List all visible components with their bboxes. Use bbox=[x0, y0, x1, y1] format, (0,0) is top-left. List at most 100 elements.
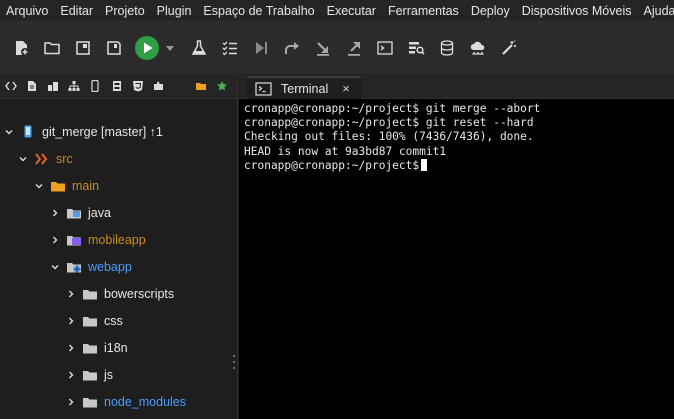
menu-plugin[interactable]: Plugin bbox=[151, 0, 198, 22]
terminal-line: cronapp@cronapp:~/project$ git reset --h… bbox=[244, 116, 534, 130]
menu-editar[interactable]: Editar bbox=[54, 0, 99, 22]
chevron-down-icon[interactable] bbox=[50, 262, 60, 272]
database-search-icon[interactable] bbox=[405, 37, 427, 59]
save-icon[interactable] bbox=[103, 37, 125, 59]
chevron-down-icon[interactable] bbox=[34, 181, 44, 191]
cloud-icon[interactable] bbox=[467, 37, 489, 59]
menu-bar: Arquivo Editar Projeto Plugin Espaço de … bbox=[0, 0, 674, 22]
chevron-right-icon[interactable] bbox=[50, 235, 60, 245]
chevron-down-icon[interactable] bbox=[4, 127, 14, 137]
dropdown-icon[interactable] bbox=[164, 37, 176, 59]
chevron-right-icon[interactable] bbox=[66, 343, 76, 353]
sitemap-icon[interactable] bbox=[68, 79, 81, 93]
terminal-icon bbox=[255, 81, 272, 96]
database-icon[interactable] bbox=[436, 37, 458, 59]
folder-orange-icon bbox=[50, 179, 66, 193]
chevron-right-icon[interactable] bbox=[66, 289, 76, 299]
tree-item-label: git_merge [master] ↑1 bbox=[42, 125, 163, 139]
new-file-icon[interactable] bbox=[10, 37, 32, 59]
folder-icon bbox=[82, 287, 98, 301]
open-folder-icon[interactable] bbox=[41, 37, 63, 59]
menu-dispositivos-moveis[interactable]: Dispositivos Móveis bbox=[516, 0, 638, 22]
menu-deploy[interactable]: Deploy bbox=[465, 0, 516, 22]
terminal-line: cronapp@cronapp:~/project$ git merge --a… bbox=[244, 102, 541, 115]
menu-arquivo[interactable]: Arquivo bbox=[0, 0, 54, 22]
code-icon[interactable] bbox=[4, 79, 17, 93]
tree-item-label: src bbox=[56, 152, 73, 166]
explorer-tab-bar bbox=[0, 74, 237, 99]
terminal-icon[interactable] bbox=[374, 37, 396, 59]
terminal-line: Checking out files: 100% (7436/7436), do… bbox=[244, 130, 534, 144]
tree-item-js[interactable]: js bbox=[66, 365, 113, 385]
toolbar bbox=[0, 22, 674, 74]
web-folder-icon bbox=[66, 260, 82, 274]
tree-item-label: node_modules bbox=[104, 395, 187, 409]
menu-projeto[interactable]: Projeto bbox=[99, 0, 151, 22]
tree-item-label: webapp bbox=[88, 260, 132, 274]
project-icon bbox=[20, 125, 36, 139]
tree-item-node-modules[interactable]: node_modules bbox=[66, 392, 186, 412]
tree-item-src[interactable]: src bbox=[18, 149, 73, 169]
terminal-tab-bar: Terminal × bbox=[239, 74, 674, 99]
tree-item-label: bowerscripts bbox=[104, 287, 175, 301]
folder-icon bbox=[82, 341, 98, 355]
folder-icon bbox=[82, 395, 98, 409]
run-icon[interactable] bbox=[134, 35, 160, 61]
tree-item-label: main bbox=[72, 179, 100, 193]
close-icon[interactable]: × bbox=[342, 82, 350, 95]
chevron-right-icon[interactable] bbox=[66, 316, 76, 326]
star-icon[interactable] bbox=[216, 79, 229, 93]
terminal-prompt: cronapp@cronapp:~/project$ bbox=[244, 158, 420, 172]
folder-icon bbox=[82, 314, 98, 328]
step-forward-icon[interactable] bbox=[250, 37, 272, 59]
form-icon[interactable] bbox=[110, 79, 123, 93]
tree-item-label: mobileapp bbox=[88, 233, 146, 247]
tab-terminal-label: Terminal bbox=[281, 81, 329, 96]
menu-executar[interactable]: Executar bbox=[321, 0, 382, 22]
tree-item-i18n[interactable]: i18n bbox=[66, 338, 128, 358]
java-folder-icon bbox=[66, 206, 82, 220]
project-explorer-panel: git_merge [master] ↑1 src main java mobi… bbox=[0, 74, 238, 419]
mobile-folder-icon bbox=[66, 233, 82, 247]
share-icon[interactable] bbox=[281, 37, 303, 59]
blocks-icon[interactable] bbox=[46, 79, 59, 93]
tree-item-main[interactable]: main bbox=[34, 176, 99, 196]
tree-item-mobileapp[interactable]: mobileapp bbox=[50, 230, 146, 250]
tree-item-css[interactable]: css bbox=[66, 311, 123, 331]
terminal-prompt-line: cronapp@cronapp:~/project$ bbox=[244, 158, 674, 173]
tree-item-git-merge[interactable]: git_merge [master] ↑1 bbox=[4, 122, 163, 142]
chevron-right-icon[interactable] bbox=[50, 208, 60, 218]
panel-resize-handle[interactable] bbox=[232, 355, 236, 369]
tree-item-label: i18n bbox=[104, 341, 128, 355]
mobile-icon[interactable] bbox=[89, 79, 102, 93]
tree-item-webapp[interactable]: webapp bbox=[50, 257, 132, 277]
source-icon bbox=[34, 152, 50, 166]
checklist-icon[interactable] bbox=[219, 37, 241, 59]
tab-spacer bbox=[174, 79, 187, 93]
menu-ajuda[interactable]: Ajuda bbox=[638, 0, 674, 22]
folder-icon bbox=[82, 368, 98, 382]
magic-wand-icon[interactable] bbox=[498, 37, 520, 59]
terminal-line: HEAD is now at 9a3bd87 commit1 bbox=[244, 144, 447, 158]
window-icon[interactable] bbox=[72, 37, 94, 59]
export-icon[interactable] bbox=[343, 37, 365, 59]
puzzle-icon[interactable] bbox=[152, 79, 165, 93]
tree-item-label: css bbox=[104, 314, 123, 328]
menu-ferramentas[interactable]: Ferramentas bbox=[382, 0, 465, 22]
chevron-down-icon[interactable] bbox=[18, 154, 28, 164]
folder-tab-icon[interactable] bbox=[195, 79, 208, 93]
chevron-right-icon[interactable] bbox=[66, 370, 76, 380]
tree-item-java[interactable]: java bbox=[50, 203, 111, 223]
terminal-cursor bbox=[421, 158, 428, 171]
tree-item-label: java bbox=[88, 206, 111, 220]
terminal-output[interactable]: cronapp@cronapp:~/project$ git merge --a… bbox=[239, 99, 674, 419]
tree-item-label: js bbox=[104, 368, 114, 382]
html5-icon[interactable] bbox=[131, 79, 144, 93]
download-icon[interactable] bbox=[312, 37, 334, 59]
file-icon[interactable] bbox=[25, 79, 38, 93]
tab-terminal[interactable]: Terminal × bbox=[247, 76, 361, 99]
tree-item-bowerscripts[interactable]: bowerscripts bbox=[66, 284, 174, 304]
test-flask-icon[interactable] bbox=[188, 37, 210, 59]
chevron-right-icon[interactable] bbox=[66, 397, 76, 407]
menu-espaco-de-trabalho[interactable]: Espaço de Trabalho bbox=[197, 0, 320, 22]
